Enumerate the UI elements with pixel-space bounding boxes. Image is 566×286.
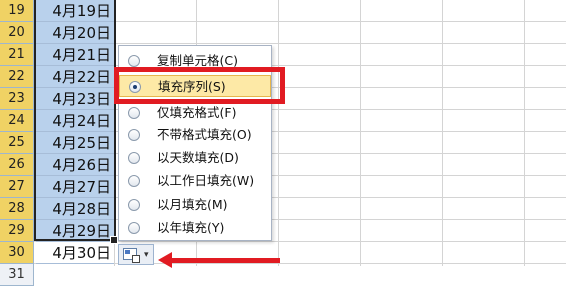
row-header[interactable]: 28 bbox=[0, 198, 34, 220]
menu-item-label: 以天数填充(D) bbox=[157, 150, 239, 165]
row-header[interactable]: 30 bbox=[0, 242, 34, 264]
row-header[interactable]: 21 bbox=[0, 44, 34, 66]
menu-item-label: 以工作日填充(W) bbox=[157, 173, 255, 188]
menu-item-fill-days[interactable]: 以天数填充(D) bbox=[119, 147, 271, 169]
menu-item-fill-without-formatting[interactable]: 不带格式填充(O) bbox=[119, 124, 271, 146]
fill-handle[interactable] bbox=[110, 236, 118, 244]
date-cell[interactable]: 4月24日 bbox=[36, 110, 114, 132]
row-header[interactable]: 22 bbox=[0, 66, 34, 88]
row-header[interactable]: 25 bbox=[0, 132, 34, 154]
date-cell[interactable]: 4月30日 bbox=[36, 242, 114, 264]
menu-item-label: 以年填充(Y) bbox=[157, 220, 225, 235]
selected-range[interactable]: 4月19日 4月20日 4月21日 4月22日 4月23日 4月24日 4月25… bbox=[34, 0, 116, 264]
chevron-down-icon: ▾ bbox=[144, 250, 149, 260]
menu-item-label: 仅填充格式(F) bbox=[157, 105, 237, 120]
autofill-options-icon bbox=[123, 248, 140, 263]
menu-item-fill-months[interactable]: 以月填充(M) bbox=[119, 194, 271, 216]
row-header[interactable]: 29 bbox=[0, 220, 34, 242]
menu-item-fill-years[interactable]: 以年填充(Y) bbox=[119, 217, 271, 239]
radio-icon bbox=[128, 129, 140, 141]
row-headers: 19 20 21 22 23 24 25 26 27 28 29 30 31 bbox=[0, 0, 34, 286]
date-cell[interactable]: 4月21日 bbox=[36, 44, 114, 66]
menu-item-label: 不带格式填充(O) bbox=[157, 127, 252, 142]
arrow-annotation bbox=[165, 258, 280, 263]
menu-item-label: 以月填充(M) bbox=[157, 197, 228, 212]
radio-icon bbox=[128, 175, 140, 187]
row-header[interactable]: 31 bbox=[0, 264, 34, 286]
date-cell[interactable]: 4月22日 bbox=[36, 66, 114, 88]
date-cell[interactable]: 4月27日 bbox=[36, 176, 114, 198]
menu-item-fill-formatting-only[interactable]: 仅填充格式(F) bbox=[119, 102, 271, 124]
date-cell[interactable]: 4月25日 bbox=[36, 132, 114, 154]
row-header[interactable]: 20 bbox=[0, 22, 34, 44]
spreadsheet: 19 20 21 22 23 24 25 26 27 28 29 30 31 4… bbox=[0, 0, 566, 286]
radio-icon bbox=[128, 152, 140, 164]
row-header[interactable]: 23 bbox=[0, 88, 34, 110]
date-cell[interactable]: 4月20日 bbox=[36, 22, 114, 44]
row-header[interactable]: 26 bbox=[0, 154, 34, 176]
row-header[interactable]: 24 bbox=[0, 110, 34, 132]
radio-icon bbox=[128, 222, 140, 234]
date-cell[interactable]: 4月23日 bbox=[36, 88, 114, 110]
radio-icon bbox=[128, 55, 140, 67]
highlight-box-annotation bbox=[114, 67, 285, 104]
date-cell[interactable]: 4月26日 bbox=[36, 154, 114, 176]
date-cell[interactable]: 4月28日 bbox=[36, 198, 114, 220]
menu-item-fill-weekdays[interactable]: 以工作日填充(W) bbox=[119, 170, 271, 192]
date-cell[interactable]: 4月29日 bbox=[36, 220, 114, 242]
row-header[interactable]: 19 bbox=[0, 0, 34, 22]
autofill-options-button[interactable]: ▾ bbox=[118, 244, 154, 265]
radio-icon bbox=[128, 199, 140, 211]
row-header[interactable]: 27 bbox=[0, 176, 34, 198]
radio-icon bbox=[128, 107, 140, 119]
date-cell[interactable]: 4月19日 bbox=[36, 0, 114, 22]
